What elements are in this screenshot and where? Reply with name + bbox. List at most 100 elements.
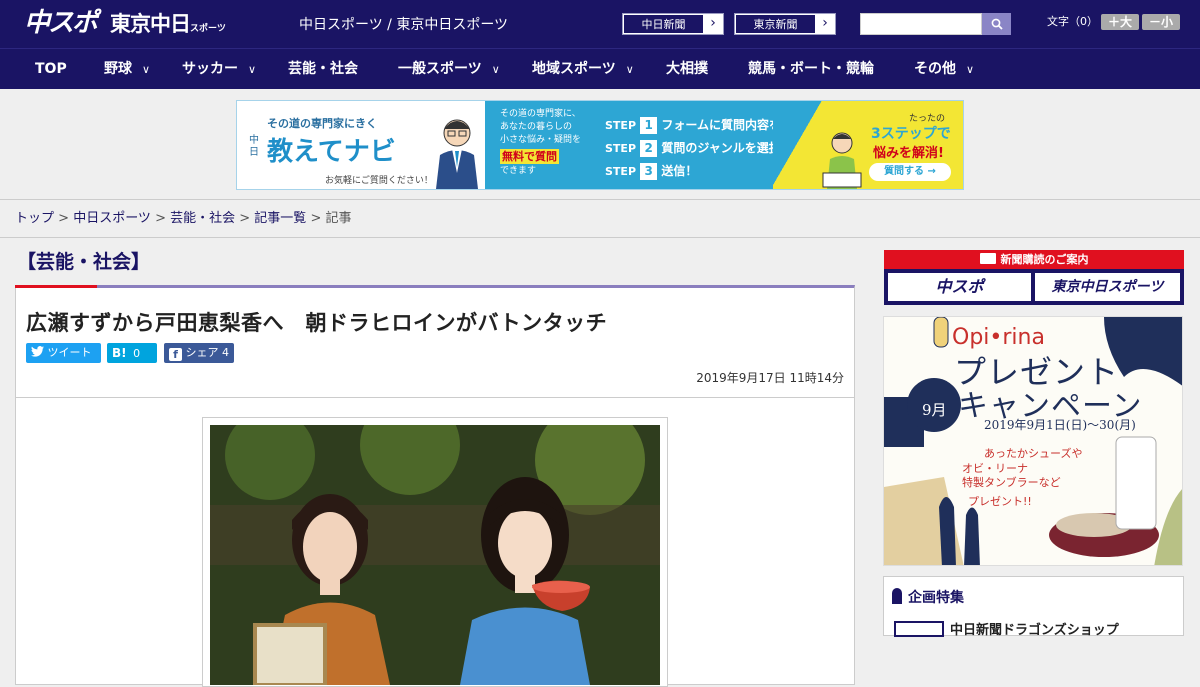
ad-copy-1: あったかシューズや (984, 447, 1083, 460)
newspaper-icon (979, 253, 996, 264)
breadcrumb-link-top[interactable]: トップ (15, 211, 54, 226)
facebook-share-button[interactable]: f シェア 4 (164, 343, 234, 363)
nav-item-top[interactable]: TOP (35, 49, 67, 89)
banner-note: お気軽にご質問ください！ (325, 176, 433, 186)
banner-line-tail: できます (500, 166, 537, 176)
feature-thumbnail (894, 621, 944, 637)
banner-tagline: その道の専門家にきく (267, 117, 377, 130)
chevron-down-icon: ∨ (625, 63, 634, 76)
chunichi-shimbun-label: 中日新聞 (623, 14, 704, 34)
nav-item-other[interactable]: その他 ∨ (914, 49, 974, 89)
nav-label: サッカー (182, 61, 238, 77)
step-number: 3 (640, 163, 658, 180)
step-word: STEP (605, 165, 637, 178)
tweet-button[interactable]: ツイート (26, 343, 101, 363)
nav-item-local-sports[interactable]: 地域スポーツ ∨ (532, 49, 634, 89)
subscribe-chuspo-button[interactable]: 中スポ (888, 273, 1031, 301)
step-number: 2 (640, 140, 658, 157)
step-word: STEP (605, 142, 637, 155)
nav-label: 大相撲 (666, 61, 708, 77)
article-card: 広瀬すずから戸田恵梨香へ 朝ドラヒロインがバトンタッチ ツイート B! 0 f … (15, 285, 855, 687)
hatena-bookmark-button[interactable]: B! 0 (107, 343, 157, 363)
nav-item-general-sports[interactable]: 一般スポーツ ∨ (398, 49, 500, 89)
tokyo-logo-sub: スポーツ (190, 24, 226, 34)
person-laptop-icon (822, 132, 862, 189)
font-bigger-button[interactable]: ＋大 (1101, 14, 1139, 30)
ad-period: 2019年9月1日(日)〜30(月) (984, 418, 1136, 432)
tokyo-shimbun-label: 東京新聞 (735, 14, 816, 34)
nav-item-baseball[interactable]: 野球 ∨ (104, 49, 150, 89)
banner-brand: 教えてナビ (267, 137, 396, 167)
chevron-down-icon: ∨ (966, 63, 975, 76)
article-photo[interactable] (210, 425, 660, 685)
nav-label: 野球 (104, 61, 132, 77)
banner-line: その道の専門家に、 (500, 109, 581, 119)
category-heading: 【芸能・社会】 (17, 251, 151, 273)
breadcrumb-link-chuspo[interactable]: 中日スポーツ (73, 211, 151, 226)
article-date: 2019年9月17日 11時14分 (696, 371, 844, 385)
cta-big: 3ステップで (871, 126, 951, 142)
cta-button[interactable]: 質問する → (869, 163, 951, 181)
twitter-bird-icon (31, 346, 44, 357)
search-icon (991, 18, 1003, 30)
chuspo-logo[interactable]: 中スポ (24, 8, 98, 38)
tokyo-shimbun-link[interactable]: 東京新聞 › (734, 13, 836, 35)
nav-label: TOP (35, 61, 67, 77)
font-smaller-button[interactable]: －小 (1142, 14, 1180, 30)
step-text: 送信！ (661, 164, 698, 178)
breadcrumb: トップ > 中日スポーツ > 芸能・社会 > 記事一覧 > 記事 (0, 200, 1200, 238)
breadcrumb-current: 記事 (325, 211, 352, 226)
font-size-label: 文字（0） (1047, 15, 1098, 28)
feature-item-link[interactable]: 中日新聞ドラゴンズショップ (950, 619, 1119, 638)
nav-label: 地域スポーツ (532, 61, 616, 77)
banner-cta-panel: たったの 3ステップで 悩みを解消! 質問する → (773, 101, 963, 189)
chevron-down-icon: ∨ (142, 63, 151, 76)
nav-item-racing[interactable]: 競馬・ボート・競輪 (748, 49, 874, 89)
ad-copy-3: 特製タンブラーなど (962, 476, 1061, 489)
nav-label: 競馬・ボート・競輪 (748, 61, 874, 77)
nav-label: その他 (914, 61, 956, 77)
step-number: 1 (640, 117, 658, 134)
site-header: 中スポ 東京中日スポーツ 中日スポーツ / 東京中日スポーツ 中日新聞 › 東京… (0, 0, 1200, 48)
feature-title: 企画特集 (892, 587, 964, 607)
chunichi-shimbun-link[interactable]: 中日新聞 › (622, 13, 724, 35)
facebook-count: 4 (222, 346, 229, 359)
chevron-down-icon: ∨ (248, 63, 257, 76)
chevron-right-icon: › (822, 15, 828, 31)
nav-item-sumo[interactable]: 大相撲 (666, 49, 708, 89)
breadcrumb-link-category[interactable]: 芸能・社会 (170, 211, 235, 226)
tweet-label: ツイート (47, 346, 92, 359)
banner-brand-panel: その道の専門家にきく 中日 教えてナビ お気軽にご質問ください！ (237, 101, 485, 189)
ad-month: 9月 (922, 401, 947, 419)
search-input[interactable] (860, 13, 982, 35)
search-button[interactable] (982, 13, 1011, 35)
advisor-figure-icon (436, 119, 478, 189)
article-photo-frame (202, 417, 668, 687)
nav-item-soccer[interactable]: サッカー ∨ (182, 49, 256, 89)
subscription-title: 新聞購読のご案内 (884, 250, 1184, 269)
subscription-title-text: 新聞購読のご案内 (1000, 253, 1089, 266)
banner-line: あなたの暮らしの (500, 122, 573, 132)
opirina-campaign-ad[interactable]: Opi•rina プレゼント キャンペーン 9月 2019年9月1日(日)〜30… (883, 316, 1183, 566)
nav-item-entertainment[interactable]: 芸能・社会 (288, 49, 358, 89)
breadcrumb-link-list[interactable]: 記事一覧 (254, 211, 306, 226)
article-headline: 広瀬すずから戸田恵梨香へ 朝ドラヒロインがバトンタッチ (26, 311, 608, 335)
nav-label: 一般スポーツ (398, 61, 482, 77)
hatena-b-icon: B! (112, 346, 127, 360)
subscribe-tokyo-chunichi-button[interactable]: 東京中日スポーツ (1035, 273, 1180, 301)
ribbon-icon (892, 588, 902, 604)
banner-brand-prefix: 中日 (249, 135, 259, 158)
step-text: 質問のジャンルを選択 (661, 141, 781, 155)
banner-step: STEP 2 質問のジャンルを選択 (605, 139, 781, 157)
facebook-share-label: シェア (185, 346, 219, 359)
tokyo-chunichi-logo[interactable]: 東京中日スポーツ (110, 12, 226, 41)
banner-highlight: 無料で質問 (500, 149, 559, 164)
ad-copy-4: プレゼント!! (968, 495, 1032, 508)
facebook-f-icon: f (169, 348, 182, 361)
main-content: 【芸能・社会】 広瀬すずから戸田恵梨香へ 朝ドラヒロインがバトンタッチ ツイート… (0, 239, 1200, 687)
divider (16, 397, 854, 398)
feature-box: 企画特集 中日新聞ドラゴンズショップ (883, 576, 1184, 638)
oshiete-navi-banner[interactable]: その道の専門家にきく 中日 教えてナビ お気軽にご質問ください！ その道の専門家… (236, 100, 964, 190)
photo-illustration (210, 425, 660, 685)
hatena-count: 0 (133, 347, 141, 360)
